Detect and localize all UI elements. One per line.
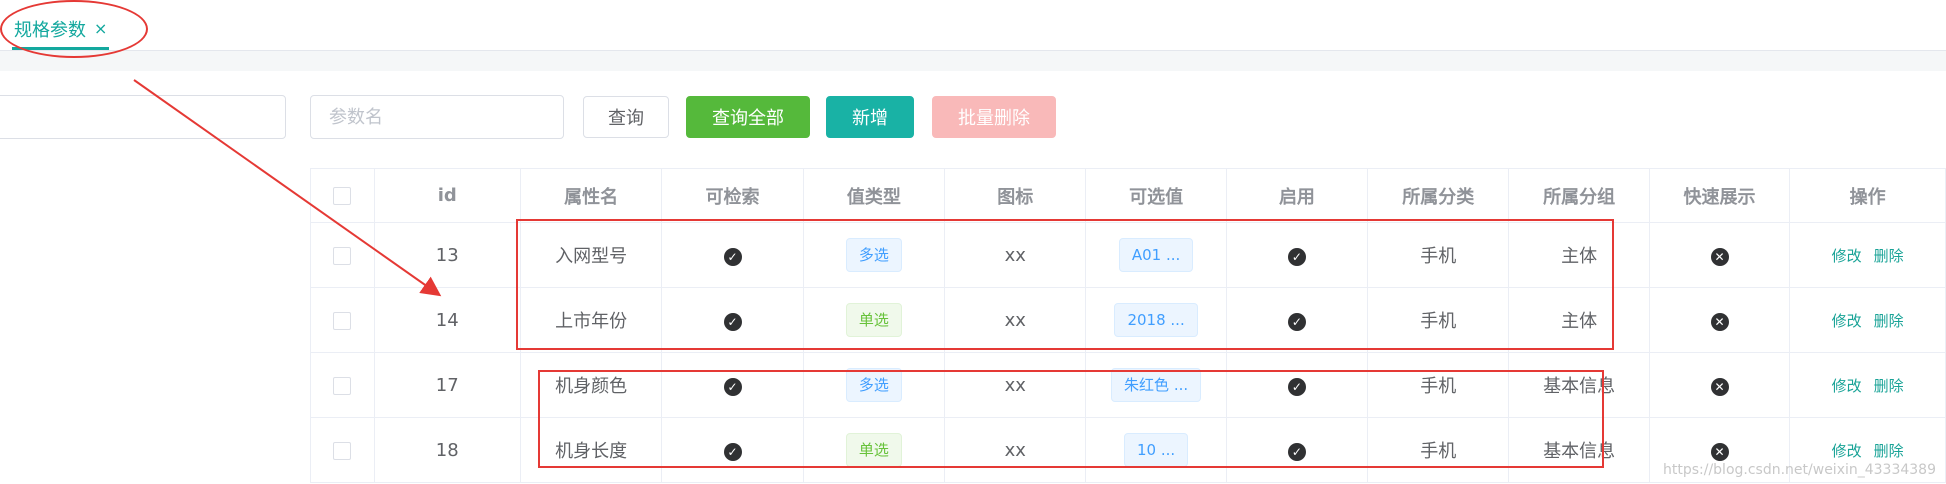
row-checkbox[interactable] <box>333 376 352 395</box>
cell-group: 基本信息 <box>1508 352 1650 418</box>
cell-category: 手机 <box>1367 222 1510 288</box>
col-header-icon[interactable]: 图标 <box>944 168 1087 223</box>
value-type-tag: 多选 <box>845 238 902 272</box>
query-all-button[interactable]: 查询全部 <box>686 96 810 138</box>
cell-id: 17 <box>373 352 521 418</box>
table-row: 14 上市年份 ✓ 单选 xx 2018 ... ✓ 手机 主体 ✕ 修改 删除 <box>310 287 1946 353</box>
cell-id: 14 <box>373 287 521 353</box>
select-all-checkbox[interactable] <box>333 187 352 205</box>
cell-id: 13 <box>373 222 521 288</box>
select-all-cell <box>310 168 375 223</box>
x-circle-icon: ✕ <box>1710 377 1729 396</box>
watermark: https://blog.csdn.net/weixin_43334389 <box>1662 462 1936 478</box>
check-circle-icon: ✓ <box>723 442 742 461</box>
cell-icon: xx <box>944 287 1087 353</box>
options-tag[interactable]: A01 ... <box>1118 238 1194 272</box>
cell-icon: xx <box>944 222 1087 288</box>
tab-spec-params[interactable]: 规格参数 × <box>12 10 110 50</box>
param-name-search-input[interactable] <box>310 95 564 139</box>
cell-group: 基本信息 <box>1508 417 1650 483</box>
delete-link[interactable]: 删除 <box>1874 377 1904 395</box>
x-circle-icon: ✕ <box>1710 247 1729 266</box>
col-header-searchable[interactable]: 可检索 <box>661 168 804 223</box>
x-circle-icon: ✕ <box>1710 442 1729 461</box>
options-tag[interactable]: 10 ... <box>1124 433 1189 467</box>
row-checkbox[interactable] <box>333 441 352 460</box>
check-circle-icon: ✓ <box>723 247 742 266</box>
col-header-id[interactable]: id <box>373 168 521 223</box>
check-circle-icon: ✓ <box>723 377 742 396</box>
edit-link[interactable]: 修改 <box>1832 312 1862 330</box>
table-row: 17 机身颜色 ✓ 多选 xx 朱红色 ... ✓ 手机 基本信息 ✕ 修改 删除 <box>310 352 1946 418</box>
cell-category: 手机 <box>1367 287 1510 353</box>
delete-link[interactable]: 删除 <box>1874 442 1904 460</box>
cell-icon: xx <box>944 417 1087 483</box>
edit-link[interactable]: 修改 <box>1832 247 1862 265</box>
add-button[interactable]: 新增 <box>826 96 914 138</box>
col-header-enabled[interactable]: 启用 <box>1225 168 1369 223</box>
check-circle-icon: ✓ <box>1287 377 1306 396</box>
cell-name: 机身长度 <box>519 417 663 483</box>
edit-link[interactable]: 修改 <box>1832 377 1862 395</box>
tab-bar: 规格参数 × <box>0 0 1946 51</box>
cell-category: 手机 <box>1367 417 1510 483</box>
content-top-band <box>0 51 1946 71</box>
table-header-row: id 属性名 可检索 值类型 图标 可选值 启用 所属分类 所属分组 快速展示 … <box>310 168 1946 223</box>
value-type-tag: 单选 <box>845 433 902 467</box>
check-circle-icon: ✓ <box>723 312 742 331</box>
cell-category: 手机 <box>1367 352 1510 418</box>
cell-name: 入网型号 <box>519 222 663 288</box>
col-header-name[interactable]: 属性名 <box>519 168 663 223</box>
col-header-options[interactable]: 可选值 <box>1085 168 1227 223</box>
check-circle-icon: ✓ <box>1287 442 1306 461</box>
tab-label: 规格参数 <box>14 19 86 41</box>
col-header-category[interactable]: 所属分类 <box>1367 168 1510 223</box>
cell-group: 主体 <box>1508 222 1650 288</box>
delete-link[interactable]: 删除 <box>1874 312 1904 330</box>
cell-icon: xx <box>944 352 1087 418</box>
row-checkbox[interactable] <box>333 311 352 330</box>
spec-params-table: id 属性名 可检索 值类型 图标 可选值 启用 所属分类 所属分组 快速展示 … <box>310 168 1946 483</box>
col-header-value-type[interactable]: 值类型 <box>802 168 946 223</box>
value-type-tag: 多选 <box>845 368 902 402</box>
query-button[interactable]: 查询 <box>583 96 669 138</box>
col-header-group[interactable]: 所属分组 <box>1508 168 1650 223</box>
cell-name: 机身颜色 <box>519 352 663 418</box>
x-circle-icon: ✕ <box>1710 312 1729 331</box>
cell-group: 主体 <box>1508 287 1650 353</box>
value-type-tag: 单选 <box>845 303 902 337</box>
close-icon[interactable]: × <box>94 19 107 38</box>
row-checkbox[interactable] <box>333 246 352 265</box>
table-row: 13 入网型号 ✓ 多选 xx A01 ... ✓ 手机 主体 ✕ 修改 删除 <box>310 222 1946 288</box>
check-circle-icon: ✓ <box>1287 312 1306 331</box>
options-tag[interactable]: 朱红色 ... <box>1111 368 1202 402</box>
delete-link[interactable]: 删除 <box>1874 247 1904 265</box>
cell-id: 18 <box>373 417 521 483</box>
options-tag[interactable]: 2018 ... <box>1114 303 1198 337</box>
edit-link[interactable]: 修改 <box>1832 442 1862 460</box>
cell-name: 上市年份 <box>519 287 663 353</box>
col-header-quick-show[interactable]: 快速展示 <box>1648 168 1791 223</box>
category-input[interactable] <box>0 95 286 139</box>
batch-delete-button[interactable]: 批量删除 <box>932 96 1056 138</box>
check-circle-icon: ✓ <box>1287 247 1306 266</box>
col-header-actions: 操作 <box>1789 168 1946 223</box>
